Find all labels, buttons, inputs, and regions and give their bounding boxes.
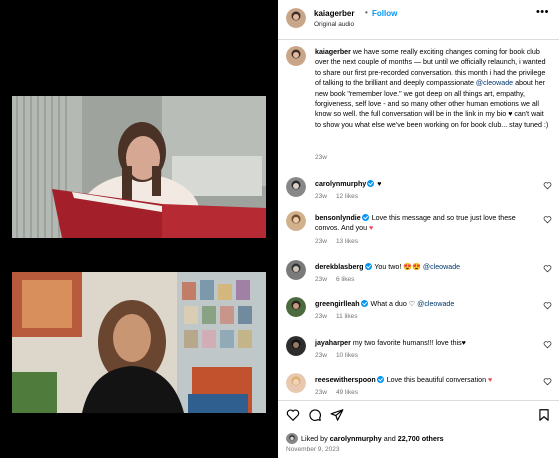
red-heart-icon: ♥ — [369, 224, 374, 233]
comment-heart-icon[interactable] — [543, 264, 552, 273]
comment-heart-icon[interactable] — [543, 215, 552, 224]
commenter-avatar[interactable] — [286, 373, 306, 393]
caption-mention[interactable]: @cleowade — [476, 79, 513, 87]
comment-likes[interactable]: 12 likes — [336, 193, 358, 200]
comment-time[interactable]: 23w — [315, 193, 327, 200]
video-still-speaker — [12, 272, 266, 413]
likes-middle: and — [381, 434, 398, 443]
bookmark-icon[interactable] — [537, 408, 551, 422]
author-username[interactable]: kaiagerber — [314, 9, 354, 18]
commenter-avatar[interactable] — [286, 297, 306, 317]
comment-meta: 23w 49 likes — [315, 389, 367, 396]
comment-text: bensonlyndie Love this message and so tr… — [315, 213, 533, 234]
comment-heart-icon[interactable] — [543, 340, 552, 349]
post-actions: Liked by carolynmurphy and 22,700 others… — [278, 400, 559, 458]
video-frame-bottom — [12, 272, 266, 413]
comment-item: bensonlyndie Love this message and so tr… — [278, 211, 559, 251]
comment-heart-icon[interactable] — [543, 301, 552, 310]
comment-body: Love this beautiful conversation — [384, 376, 489, 384]
commenter-avatar[interactable] — [286, 260, 306, 280]
more-options-icon[interactable]: ••• — [536, 6, 549, 18]
post-header: kaiagerber • Follow Original audio ••• — [278, 0, 559, 40]
comment-meta: 23w 10 likes — [315, 352, 367, 359]
comment-likes[interactable]: 49 likes — [336, 389, 358, 396]
comment-likes[interactable]: 13 likes — [336, 238, 358, 245]
post-caption: kaiagerber we have some really exciting … — [315, 47, 549, 130]
heart-icon[interactable] — [286, 408, 300, 422]
comment-body: my two favorite humans!!! love this♥ — [350, 339, 466, 347]
author-avatar[interactable] — [286, 8, 306, 28]
comment-likes[interactable]: 10 likes — [336, 352, 358, 359]
comment-username[interactable]: jayaharper — [315, 339, 351, 347]
red-heart-icon: ♥ — [488, 376, 493, 384]
comment-icon[interactable] — [308, 408, 322, 422]
comment-item: derekblasberg You two! 😍😍 @cleowade 23w 6… — [278, 260, 559, 300]
verified-badge-icon — [364, 263, 372, 270]
comment-body: ♥ — [375, 180, 382, 188]
comment-mention[interactable]: @cleowade — [423, 263, 460, 271]
comment-meta: 23w 12 likes — [315, 193, 367, 200]
verified-badge-icon — [360, 300, 368, 307]
caption-author-avatar[interactable] — [286, 46, 306, 66]
comment-meta: 23w 11 likes — [315, 313, 367, 320]
comment-likes[interactable]: 11 likes — [336, 313, 358, 320]
comment-likes[interactable]: 6 likes — [336, 276, 354, 283]
comment-time[interactable]: 23w — [315, 276, 327, 283]
likes-summary: Liked by carolynmurphy and 22,700 others — [301, 434, 444, 443]
liker-username[interactable]: carolynmurphy — [330, 434, 382, 443]
post-date[interactable]: November 9, 2023 — [286, 446, 339, 453]
comment-time[interactable]: 23w — [315, 238, 327, 245]
comment-heart-icon[interactable] — [543, 181, 552, 190]
caption-timestamp[interactable]: 23w — [315, 154, 327, 161]
verified-badge-icon — [376, 376, 384, 383]
comment-item: greengirlleah What a duo ♡ @cleowade 23w… — [278, 297, 559, 337]
header-separator: • — [365, 8, 368, 17]
comment-text: carolynmurphy ♥ — [315, 179, 533, 189]
comment-time[interactable]: 23w — [315, 313, 327, 320]
comment-text: derekblasberg You two! 😍😍 @cleowade — [315, 262, 533, 272]
video-frame-top — [12, 96, 266, 238]
comment-text: jayaharper my two favorite humans!!! lov… — [315, 338, 533, 348]
comment-username[interactable]: derekblasberg — [315, 263, 364, 271]
comment-username[interactable]: reesewitherspoon — [315, 376, 376, 384]
post-media[interactable] — [0, 0, 278, 458]
comment-meta: 23w 13 likes — [315, 238, 367, 245]
comment-username[interactable]: carolynmurphy — [315, 180, 366, 188]
comment-mention[interactable]: @cleowade — [417, 300, 454, 308]
commenter-avatar[interactable] — [286, 211, 306, 231]
likes-count[interactable]: 22,700 others — [398, 434, 444, 443]
verified-badge-icon — [361, 214, 369, 221]
video-still-reader — [12, 96, 266, 238]
comment-time[interactable]: 23w — [315, 352, 327, 359]
comment-text: greengirlleah What a duo ♡ @cleowade — [315, 299, 533, 309]
comment-username[interactable]: greengirlleah — [315, 300, 360, 308]
liker-avatar[interactable] — [286, 432, 298, 444]
share-icon[interactable] — [330, 408, 344, 422]
commenter-avatar[interactable] — [286, 177, 306, 197]
commenter-avatar[interactable] — [286, 336, 306, 356]
likes-prefix: Liked by — [301, 434, 330, 443]
comment-meta: 23w 6 likes — [315, 276, 363, 283]
comment-body: What a duo ♡ — [368, 300, 418, 308]
comment-username[interactable]: bensonlyndie — [315, 214, 361, 222]
post-panel: kaiagerber • Follow Original audio ••• k… — [278, 0, 559, 458]
caption-username[interactable]: kaiagerber — [315, 48, 351, 56]
comment-time[interactable]: 23w — [315, 389, 327, 396]
comment-heart-icon[interactable] — [543, 377, 552, 386]
comment-text: reesewitherspoon Love this beautiful con… — [315, 375, 533, 385]
follow-button[interactable]: Follow — [372, 9, 397, 18]
comment-item: jayaharper my two favorite humans!!! lov… — [278, 336, 559, 376]
comment-body: You two! 😍😍 — [372, 263, 423, 271]
verified-badge-icon — [367, 180, 375, 187]
audio-label[interactable]: Original audio — [314, 21, 354, 28]
